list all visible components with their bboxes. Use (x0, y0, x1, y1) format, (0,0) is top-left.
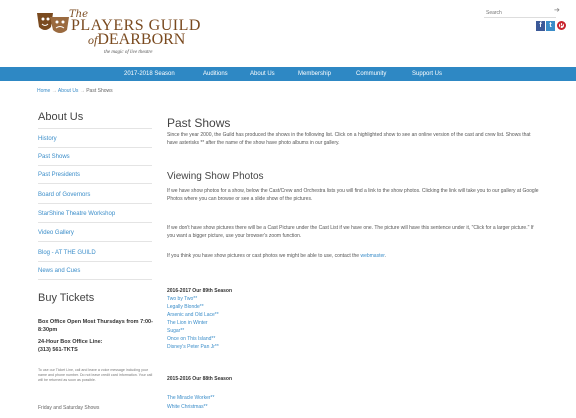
breadcrumb-sep: → (51, 88, 57, 94)
sidebar-divider (38, 261, 152, 262)
friday-shows: Friday and Saturday Shows (38, 405, 100, 411)
sidebar-item-board[interactable]: Board of Governors (38, 192, 152, 198)
logo-line2: ofDEARBORN (88, 31, 185, 49)
search-input[interactable] (484, 8, 556, 18)
show-link[interactable]: The Miracle Worker** (167, 395, 214, 401)
nav-season[interactable]: 2017-2018 Season (124, 67, 175, 81)
show-link[interactable]: Disney's Peter Pan Jr** (167, 344, 219, 350)
breadcrumb-current: Past Shows (86, 88, 113, 94)
page-title: Past Shows (167, 116, 231, 130)
ticket-line-note: To use our Ticket Line, call and leave a… (38, 368, 153, 382)
facebook-icon[interactable]: f (536, 21, 545, 31)
sidebar-divider (38, 279, 152, 280)
show-link[interactable]: Arsenic and Old Lace** (167, 312, 219, 318)
season-heading: 2016-2017 Our 89th Season (167, 288, 233, 294)
photos-heading: Viewing Show Photos (167, 171, 264, 182)
theatre-masks-icon (37, 13, 69, 33)
show-link[interactable]: Sugar** (167, 328, 184, 334)
photos-paragraph-3: If you think you have show pictures or c… (167, 252, 539, 260)
webmaster-link[interactable]: webmaster (360, 253, 384, 259)
box-office-hours: Box Office Open Most Thursdays from 7:00… (38, 319, 153, 333)
sidebar-divider (38, 128, 152, 129)
sidebar-divider (38, 222, 152, 223)
season-heading: 2015-2016 Our 88th Season (167, 376, 233, 382)
main-nav: 2017-2018 Season Auditions About Us Memb… (0, 67, 576, 81)
twitter-icon[interactable]: t (546, 21, 555, 31)
para3-text: If you think you have show pictures or c… (167, 253, 361, 259)
intro-text: Since the year 2000, the Guild has produ… (167, 132, 531, 146)
phone-label: 24-Hour Box Office Line: (38, 339, 103, 345)
sidebar-item-news[interactable]: News and Cues (38, 268, 152, 274)
sidebar-item-starshine[interactable]: StarShine Theatre Workshop (38, 211, 152, 217)
sidebar-divider (38, 241, 152, 242)
breadcrumb-sep: → (79, 88, 85, 94)
phone-number: (313) 561-TKTS (38, 347, 78, 353)
logo-dearborn: DEARBORN (97, 31, 186, 48)
nav-support-us[interactable]: Support Us (412, 67, 442, 81)
pinterest-icon[interactable]: p (557, 21, 566, 30)
para3-end: . (384, 253, 387, 259)
sidebar-item-past-shows[interactable]: Past Shows (38, 154, 152, 160)
show-link[interactable]: Once on This Island** (167, 336, 215, 342)
search-arrow-icon[interactable]: ➔ (554, 6, 560, 14)
sidebar-divider (38, 147, 152, 148)
breadcrumb: Home → About Us → Past Shows (37, 88, 113, 94)
breadcrumb-about[interactable]: About Us (58, 88, 79, 94)
sidebar-divider (38, 203, 152, 204)
breadcrumb-home[interactable]: Home (37, 88, 50, 94)
site-logo[interactable]: The PLAYERS GUILD ofDEARBORN the magic o… (36, 9, 200, 61)
nav-about-us[interactable]: About Us (250, 67, 275, 81)
logo-of: of (88, 33, 98, 47)
sidebar-item-past-presidents[interactable]: Past Presidents (38, 172, 152, 178)
show-link[interactable]: Legally Blonde** (167, 304, 204, 310)
tickets-heading: Buy Tickets (38, 292, 95, 304)
sidebar-item-history[interactable]: History (38, 136, 152, 142)
photos-paragraph-1: If we have show photos for a show, below… (167, 188, 539, 202)
show-link[interactable]: Two by Two** (167, 296, 197, 302)
nav-membership[interactable]: Membership (298, 67, 331, 81)
nav-auditions[interactable]: Auditions (203, 67, 228, 81)
sidebar-heading: About Us (38, 111, 84, 123)
site-header: The PLAYERS GUILD ofDEARBORN the magic o… (0, 0, 576, 66)
show-link[interactable]: The Lion in Winter (167, 320, 208, 326)
sidebar-item-blog[interactable]: Blog - AT THE GUILD (38, 250, 152, 256)
sidebar-item-video-gallery[interactable]: Video Gallery (38, 230, 152, 236)
show-link[interactable]: White Christmas** (167, 404, 208, 410)
photos-paragraph-2: If we don't have show pictures there wil… (167, 225, 534, 239)
sidebar-divider (38, 165, 152, 166)
sidebar-divider (38, 183, 152, 184)
logo-tagline: the magic of live theatre (104, 50, 153, 55)
nav-community[interactable]: Community (356, 67, 386, 81)
